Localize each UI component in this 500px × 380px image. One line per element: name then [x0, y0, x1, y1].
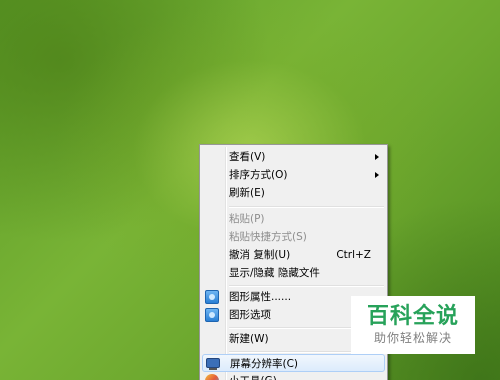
menu-item-label: 撤消 复制(U) [229, 249, 291, 261]
menu-item-label: 小工具(G) [229, 372, 277, 380]
menu-item-label: 查看(V) [229, 151, 266, 163]
menu-item-label: 新建(W) [229, 333, 269, 345]
menu-item-refresh[interactable]: 刷新(E) [202, 184, 385, 202]
submenu-arrow-icon [375, 172, 379, 178]
menu-item-label: 粘贴(P) [229, 213, 265, 225]
menu-item-paste[interactable]: 粘贴(P) [202, 210, 385, 228]
desktop-background[interactable]: 查看(V) 排序方式(O) 刷新(E) 粘贴(P) 粘贴快捷方式(S) 撤消 复… [0, 0, 500, 380]
monitor-icon [206, 358, 220, 370]
submenu-arrow-icon [375, 154, 379, 160]
menu-item-gadgets[interactable]: 小工具(G) [202, 372, 385, 380]
menu-item-label: 排序方式(O) [229, 169, 288, 181]
menu-item-shortcut: Ctrl+Z [336, 249, 371, 261]
intel-graphics-icon [205, 290, 219, 304]
menu-item-toggle-hidden-files[interactable]: 显示/隐藏 隐藏文件 [202, 264, 385, 282]
menu-item-undo-copy[interactable]: 撤消 复制(U) Ctrl+Z [202, 246, 385, 264]
watermark-title: 百科全说 [366, 304, 459, 329]
menu-separator [229, 206, 384, 208]
menu-item-label: 粘贴快捷方式(S) [229, 231, 307, 243]
menu-item-label: 刷新(E) [229, 187, 265, 199]
menu-item-label: 图形属性...... [229, 291, 292, 303]
watermark-logo: 百科全说 助你轻松解决 [351, 296, 475, 354]
menu-item-sort-by[interactable]: 排序方式(O) [202, 166, 385, 184]
menu-item-paste-shortcut[interactable]: 粘贴快捷方式(S) [202, 228, 385, 246]
gadgets-icon [205, 374, 219, 380]
intel-graphics-icon [205, 308, 219, 322]
menu-item-label: 屏幕分辨率(C) [230, 358, 299, 370]
menu-item-label: 显示/隐藏 隐藏文件 [229, 267, 320, 279]
watermark-subtitle: 助你轻松解决 [373, 331, 452, 345]
menu-separator [229, 285, 384, 287]
menu-item-screen-resolution[interactable]: 屏幕分辨率(C) [202, 354, 385, 372]
menu-item-label: 图形选项 [229, 309, 271, 321]
menu-item-view[interactable]: 查看(V) [202, 148, 385, 166]
